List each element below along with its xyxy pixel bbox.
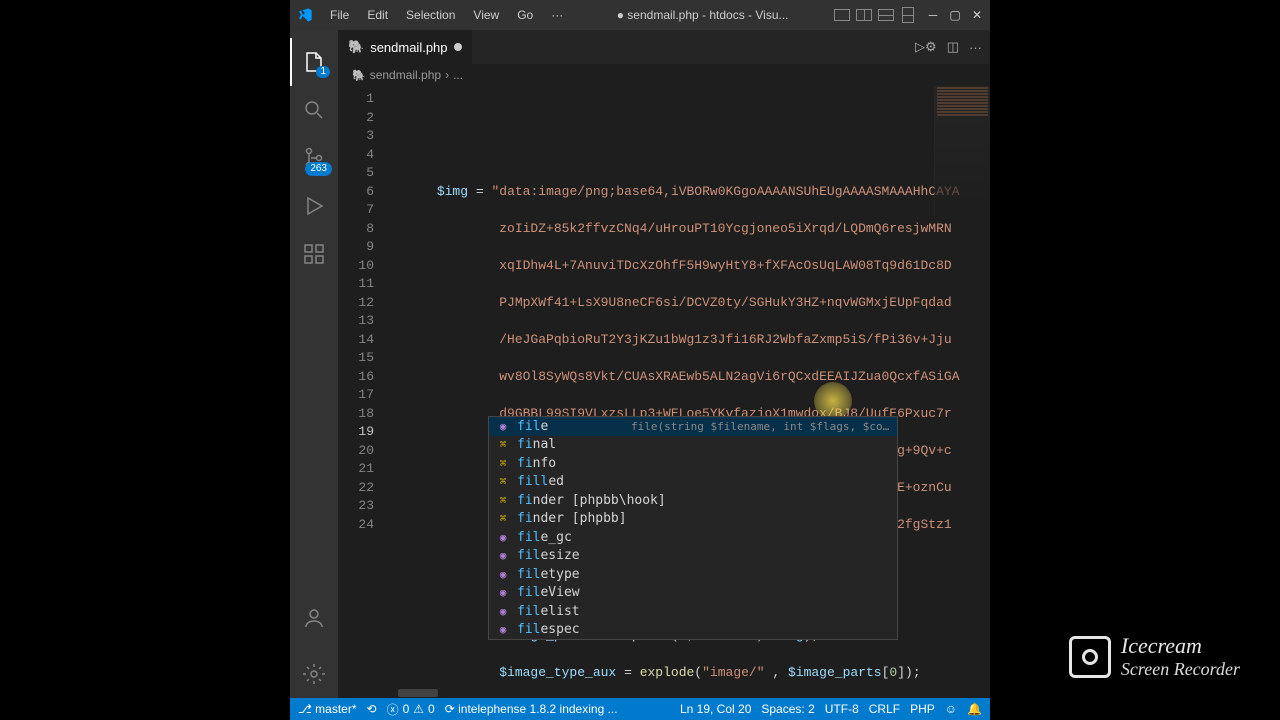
suggest-item[interactable]: ⌘final [489, 436, 897, 455]
run-debug-icon[interactable] [290, 182, 338, 230]
symbol-keyword-icon: ⌘ [495, 475, 511, 488]
tab-label: sendmail.php [370, 40, 447, 55]
status-feedback-icon[interactable]: ☺ [945, 702, 957, 716]
explorer-icon[interactable]: 1 [290, 38, 338, 86]
status-encoding[interactable]: UTF-8 [825, 702, 859, 716]
breadcrumb-sep: › [445, 68, 449, 82]
suggest-item[interactable]: ◉file_gc [489, 528, 897, 547]
toggle-sidebar-icon[interactable] [856, 9, 872, 21]
suggest-detail: file(string $filename, int $flags, $cont… [631, 420, 891, 433]
activity-bar: 1 263 [290, 30, 338, 698]
symbol-keyword-icon: ⌘ [495, 512, 511, 525]
status-bell-icon[interactable]: 🔔 [967, 702, 982, 716]
menu-bar: File Edit Selection View Go ··· [322, 4, 571, 26]
status-indexing[interactable]: ⟳ intelephense 1.8.2 indexing ... [445, 702, 618, 716]
toggle-secondary-icon[interactable] [902, 7, 914, 23]
menu-more[interactable]: ··· [543, 4, 571, 26]
minimap[interactable] [934, 86, 990, 216]
close-icon[interactable]: ✕ [970, 8, 984, 22]
symbol-function-icon: ◉ [495, 549, 511, 562]
watermark-line2: Screen Recorder [1121, 659, 1240, 680]
suggest-item[interactable]: ⌘finfo [489, 454, 897, 473]
vscode-window: File Edit Selection View Go ··· ● sendma… [290, 0, 990, 720]
extensions-icon[interactable] [290, 230, 338, 278]
suggest-item[interactable]: ⌘filled [489, 473, 897, 492]
suggest-item[interactable]: ⌘finder [phpbb] [489, 510, 897, 529]
settings-gear-icon[interactable] [290, 650, 338, 698]
watermark: Icecream Screen Recorder [1069, 633, 1240, 680]
symbol-keyword-icon: ⌘ [495, 438, 511, 451]
php-file-icon: 🐘 [348, 39, 364, 55]
symbol-function-icon: ◉ [495, 568, 511, 581]
symbol-function-icon: ◉ [495, 420, 511, 433]
breadcrumb-more: ... [453, 68, 463, 82]
suggest-widget[interactable]: ◉ file file(string $filename, int $flags… [488, 416, 898, 640]
menu-view[interactable]: View [465, 4, 507, 26]
modified-dot-icon [454, 43, 462, 51]
scrollbar-thumb[interactable] [398, 689, 438, 697]
status-problems[interactable]: ⓧ 0 ⚠ 0 [387, 701, 435, 718]
editor-tabs: 🐘 sendmail.php ▷⚙ ◫ ··· [338, 30, 990, 64]
titlebar: File Edit Selection View Go ··· ● sendma… [290, 0, 990, 30]
layout-controls [834, 9, 916, 21]
scm-badge: 263 [305, 162, 332, 176]
toggle-panel-icon[interactable] [834, 9, 850, 21]
vscode-logo-icon [296, 6, 314, 24]
status-language[interactable]: PHP [910, 702, 935, 716]
tab-sendmail[interactable]: 🐘 sendmail.php [338, 30, 473, 64]
line-gutter: 123456789101112131415161718192021222324 [338, 86, 386, 688]
menu-go[interactable]: Go [509, 4, 541, 26]
explorer-badge: 1 [316, 66, 330, 78]
menu-selection[interactable]: Selection [398, 4, 463, 26]
source-control-icon[interactable]: 263 [290, 134, 338, 182]
symbol-keyword-icon: ⌘ [495, 494, 511, 507]
watermark-line1: Icecream [1121, 633, 1240, 659]
suggest-item[interactable]: ◉fileView [489, 584, 897, 603]
minimize-icon[interactable]: ─ [926, 8, 940, 22]
breadcrumb-file: sendmail.php [370, 68, 441, 82]
customize-layout-icon[interactable] [878, 9, 894, 21]
suggest-item[interactable]: ◉ file file(string $filename, int $flags… [489, 417, 897, 436]
accounts-icon[interactable] [290, 594, 338, 642]
suggest-item[interactable]: ◉filesize [489, 547, 897, 566]
symbol-keyword-icon: ⌘ [495, 457, 511, 470]
symbol-function-icon: ◉ [495, 586, 511, 599]
suggest-item[interactable]: ◉filelist [489, 602, 897, 621]
search-icon[interactable] [290, 86, 338, 134]
status-branch[interactable]: ⎇ master* [298, 702, 357, 716]
status-eol[interactable]: CRLF [869, 702, 900, 716]
split-editor-icon[interactable]: ◫ [947, 39, 959, 55]
php-file-icon: 🐘 [352, 69, 366, 82]
symbol-function-icon: ◉ [495, 531, 511, 544]
more-actions-icon[interactable]: ··· [969, 40, 982, 55]
breadcrumb[interactable]: 🐘 sendmail.php › ... [338, 64, 990, 86]
status-bar: ⎇ master* ⟲ ⓧ 0 ⚠ 0 ⟳ intelephense 1.8.2… [290, 698, 990, 720]
run-file-icon[interactable]: ▷⚙ [915, 39, 937, 55]
suggest-item[interactable]: ◉filespec [489, 621, 897, 640]
status-spaces[interactable]: Spaces: 2 [761, 702, 814, 716]
symbol-function-icon: ◉ [495, 623, 511, 636]
status-ln-col[interactable]: Ln 19, Col 20 [680, 702, 751, 716]
symbol-function-icon: ◉ [495, 605, 511, 618]
status-sync-icon[interactable]: ⟲ [367, 702, 377, 716]
menu-edit[interactable]: Edit [359, 4, 396, 26]
watermark-icon [1069, 636, 1111, 678]
editor-area: 🐘 sendmail.php ▷⚙ ◫ ··· 🐘 sendmail.php ›… [338, 30, 990, 698]
suggest-item[interactable]: ⌘finder [phpbb\hook] [489, 491, 897, 510]
window-title: ● sendmail.php - htdocs - Visu... [617, 8, 789, 22]
maximize-icon[interactable]: ▢ [948, 8, 962, 22]
menu-file[interactable]: File [322, 4, 357, 26]
code-editor[interactable]: 123456789101112131415161718192021222324 … [338, 86, 990, 688]
horizontal-scrollbar[interactable] [338, 688, 990, 698]
suggest-item[interactable]: ◉filetype [489, 565, 897, 584]
